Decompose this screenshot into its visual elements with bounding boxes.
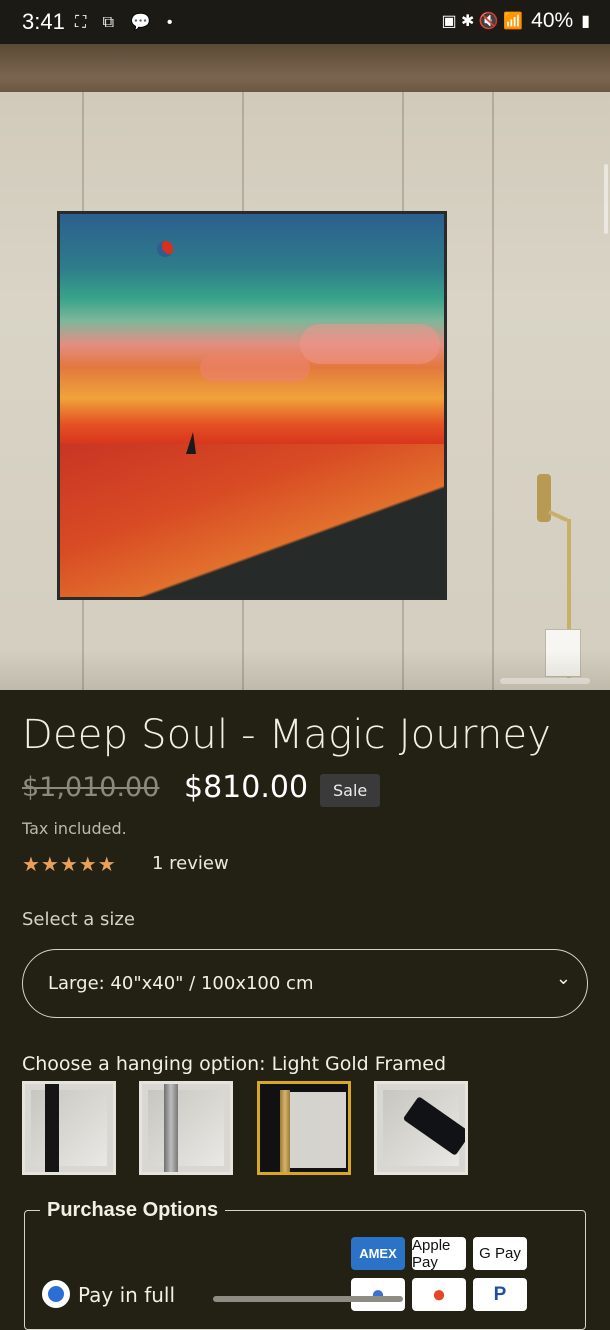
product-image[interactable] (0, 44, 610, 690)
purchase-options-box (24, 1210, 586, 1330)
painting-cloud (200, 354, 310, 382)
tax-note: Tax included. (22, 819, 127, 838)
painting-moon (157, 241, 173, 257)
hanging-option-rolled[interactable] (374, 1081, 468, 1175)
google-pay-icon: G Pay (473, 1237, 527, 1270)
chevron-down-icon: ⌄ (555, 968, 571, 989)
status-bar: 3:41 ⛶ ⧉ 💬 • ▣ ✱ 🔇 📶 40% ▮ (0, 0, 610, 44)
battery-percent: 40% (531, 9, 574, 32)
rating-stars-icon[interactable]: ★★★★★ (22, 852, 117, 876)
hanging-option-black[interactable] (22, 1081, 116, 1175)
swatch-frame-bar (280, 1090, 290, 1172)
swatch-image (148, 1090, 224, 1166)
home-indicator[interactable] (213, 1296, 403, 1302)
swatch-frame-bar (164, 1084, 178, 1172)
painting (57, 211, 447, 600)
notification-icons: ⛶ ⧉ 💬 • (75, 14, 179, 31)
system-status-icons: ▣ ✱ 🔇 📶 (441, 13, 524, 30)
hanging-option-label: Choose a hanging option: Light Gold Fram… (22, 1053, 447, 1075)
review-count-link[interactable]: 1 review (152, 853, 229, 874)
amex-icon: AMEX (351, 1237, 405, 1270)
paypal-icon: P (473, 1278, 527, 1311)
hanging-option-silver[interactable] (139, 1081, 233, 1175)
painting-cloud (300, 324, 440, 364)
sale-price: $810.00 (184, 770, 309, 805)
maestro-icon: ● (351, 1278, 405, 1311)
radio-selected-dot (48, 1286, 64, 1302)
status-time: 3:41 (22, 9, 65, 34)
mastercard-icon: ● (412, 1278, 466, 1311)
swatch-frame-bar (45, 1084, 59, 1172)
sale-badge: Sale (320, 774, 381, 807)
size-select[interactable]: Large: 40"x40" / 100x100 cm ⌄ (22, 949, 588, 1018)
ceiling (0, 44, 610, 92)
hanging-option-light-gold[interactable] (257, 1081, 351, 1175)
image-scrollbar[interactable] (604, 164, 608, 234)
lamp-arm (548, 509, 568, 523)
size-select-value: Large: 40"x40" / 100x100 cm (48, 973, 314, 994)
painting-boat (186, 432, 196, 454)
painting-shore (60, 444, 444, 597)
product-title: Deep Soul - Magic Journey (22, 712, 552, 758)
size-label: Select a size (22, 909, 135, 930)
pay-in-full-label[interactable]: Pay in full (78, 1283, 175, 1307)
pay-in-full-radio[interactable] (42, 1280, 70, 1308)
swatch-image (31, 1090, 107, 1166)
wall-panel-line (492, 92, 494, 690)
original-price: $1,010.00 (22, 772, 160, 803)
swatch-image (290, 1092, 346, 1168)
floor-shadow (0, 650, 610, 690)
system-icons: ▣ ✱ 🔇 📶 40% ▮ (441, 9, 590, 33)
battery-icon: ▮ (581, 13, 590, 30)
purchase-options-legend: Purchase Options (40, 1199, 226, 1222)
lamp-icon (537, 474, 551, 522)
apple-pay-icon: Apple Pay (412, 1237, 466, 1271)
